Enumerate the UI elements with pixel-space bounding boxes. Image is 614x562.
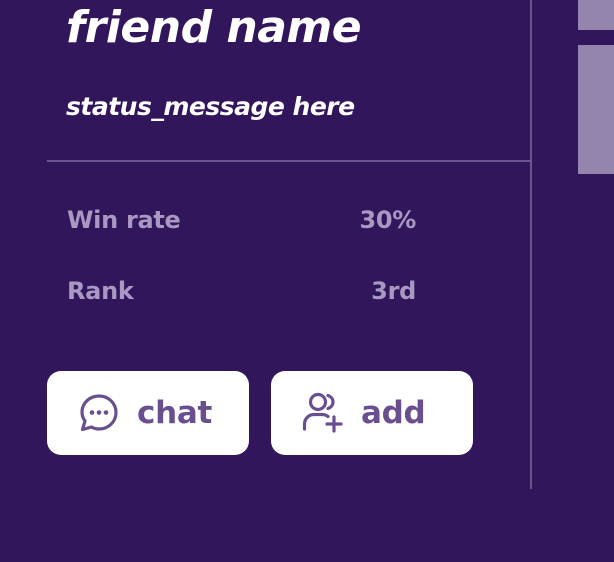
friend-name: friend name — [66, 2, 362, 53]
add-button-label: add — [361, 395, 426, 431]
friend-profile-panel: friend name status_message here Win rate… — [0, 0, 614, 562]
section-divider — [47, 160, 531, 162]
panel-divider — [530, 0, 532, 489]
chat-button-label: chat — [137, 395, 212, 431]
add-friend-button[interactable]: add — [271, 371, 473, 455]
rank-value: 3rd — [371, 277, 416, 305]
chat-bubble-icon — [77, 391, 121, 435]
chat-button[interactable]: chat — [47, 371, 249, 455]
win-rate-label: Win rate — [67, 206, 181, 234]
win-rate-value: 30% — [359, 206, 416, 234]
add-user-icon — [301, 391, 345, 435]
scrollbar-track-segment[interactable] — [578, 0, 614, 30]
status-message: status_message here — [66, 92, 355, 121]
rank-label: Rank — [67, 277, 134, 305]
scrollbar-thumb[interactable] — [578, 45, 614, 174]
